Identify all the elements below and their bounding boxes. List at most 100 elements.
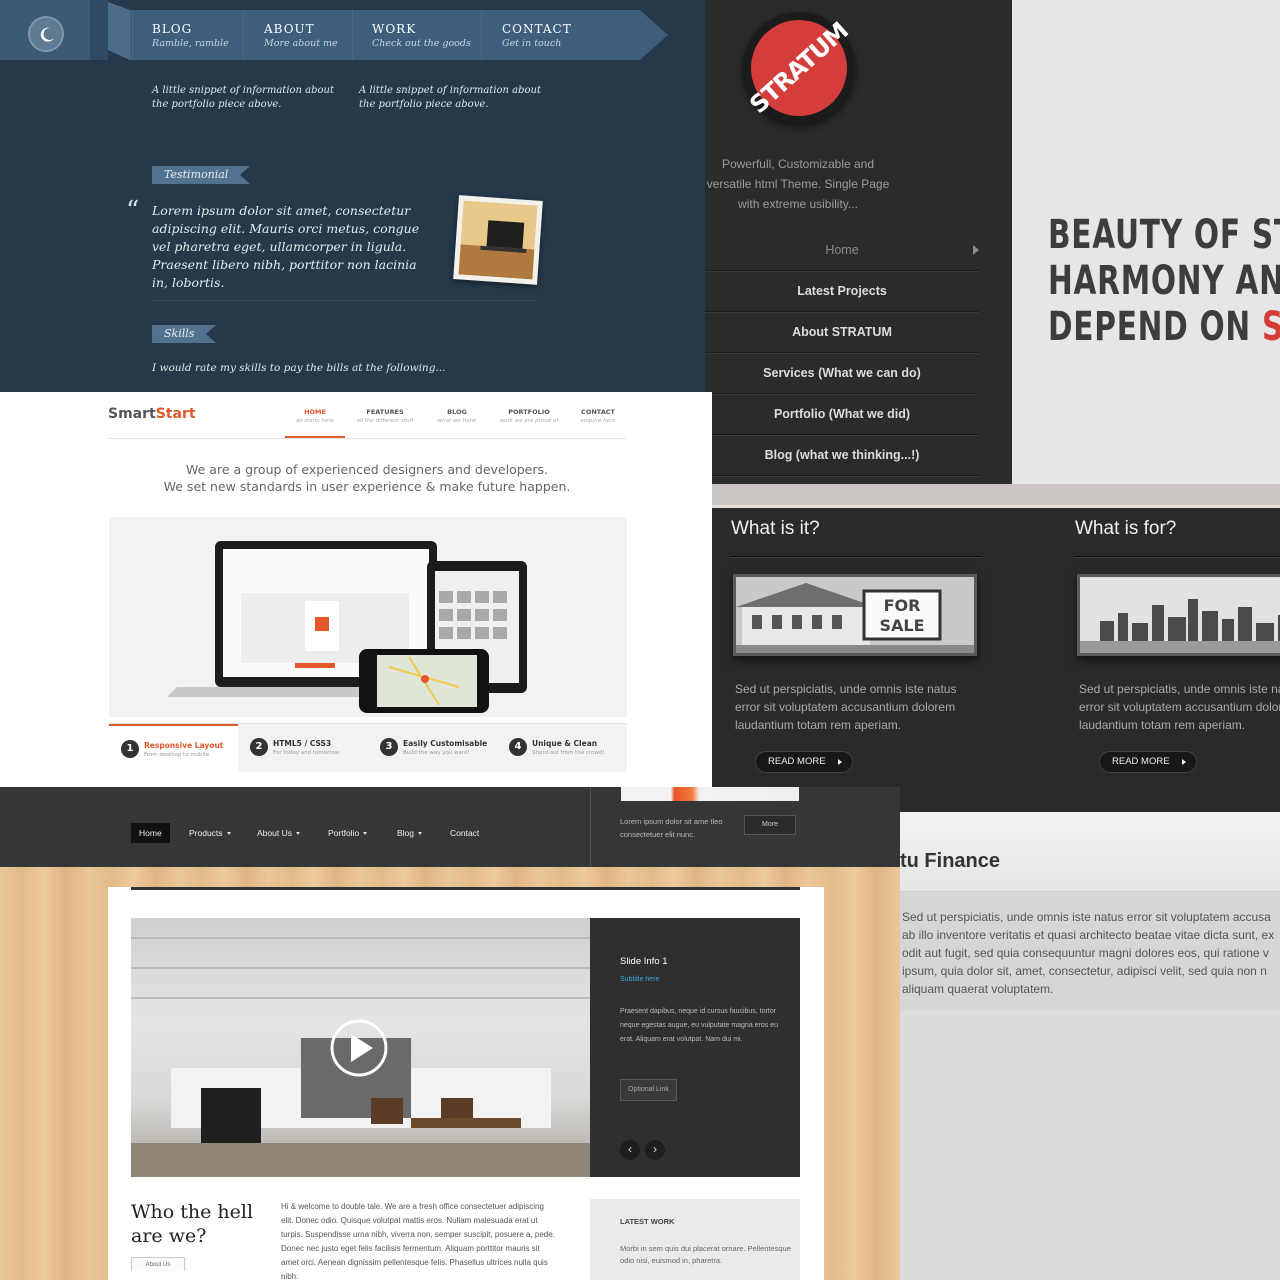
finance-line: ab illo inventore veritatis et quasi arc… <box>902 928 1275 942</box>
feature-html5[interactable]: 2 HTML5 / CSS3 For today and tomorrow <box>238 724 367 773</box>
hero-line-2: HARMONY AND <box>1048 258 1280 304</box>
menu-label: Home <box>825 243 859 257</box>
beauty-hero-panel: BEAUTY OF STY HARMONY AND DEPEND ON SIM <box>1012 0 1280 484</box>
more-button[interactable]: More <box>744 815 796 835</box>
section-divider <box>152 300 538 301</box>
finance-panel: tu Finance Sed ut perspiciatis, unde omn… <box>900 812 1280 1280</box>
feature-unique[interactable]: 4 Unique & Clean Stand out from the crow… <box>497 724 626 773</box>
menu-item-blog[interactable]: Blog (what we thinking...!) <box>705 435 979 476</box>
slider-prev-icon[interactable]: ‹ <box>620 1140 640 1160</box>
column-text: Sed ut perspiciatis, unde omnis iste nat… <box>1079 682 1280 732</box>
smartstart-logo[interactable]: SmartStart <box>108 406 196 422</box>
feature-title: Unique & Clean <box>532 739 598 748</box>
nav-subtitle: enquire here <box>580 418 616 424</box>
portfolio-snippet: A little snippet of information about th… <box>152 85 335 110</box>
finance-header: tu Finance <box>900 812 1280 892</box>
moon-icon <box>40 27 54 42</box>
nav-title: WORK <box>372 22 417 36</box>
menu-item-services[interactable]: Services (What we can do) <box>705 353 979 394</box>
optional-link-button[interactable]: Optional Link <box>620 1079 677 1101</box>
stratum-logo-badge[interactable]: STRATUM <box>743 12 855 124</box>
nav-contact[interactable]: CONTACT Get in touch <box>502 22 572 49</box>
testimonial-quote: Lorem ipsum dolor sit amet, consectetur … <box>152 203 420 290</box>
latest-work-title: LATEST WORK <box>620 1217 675 1226</box>
smartstart-panel: SmartStart HOME all starts here FEATURES… <box>0 392 712 787</box>
read-more-button[interactable]: READ MORE <box>755 751 853 773</box>
page-top-border <box>131 887 800 890</box>
nav-title: ABOUT <box>264 22 315 36</box>
what-is-it-panel: What is it? FOR SALE Sed ut perspiciatis… <box>712 484 1280 812</box>
who-line-2: are we? <box>131 1225 207 1247</box>
nav-divider <box>243 10 244 60</box>
slider-next-icon[interactable]: › <box>645 1140 665 1160</box>
nav-subtitle: Get in touch <box>502 38 562 49</box>
finance-line: aliquam quaerat voluptatem. <box>902 982 1054 996</box>
menu-item-about[interactable]: About STRATUM <box>705 312 979 353</box>
read-more-button[interactable]: READ MORE <box>1099 751 1197 773</box>
nav-divider <box>481 10 482 60</box>
nav-work[interactable]: WORK Check out the goods <box>372 22 471 49</box>
nav-products[interactable]: Products <box>189 823 231 843</box>
theme-toggle-button[interactable] <box>28 16 64 52</box>
latest-work-box: LATEST WORK Morbi in sem quis dui placer… <box>590 1199 800 1280</box>
feature-number: 4 <box>509 738 527 756</box>
slide-subtitle[interactable]: Subtitle here <box>620 976 659 983</box>
nav-label: Blog <box>397 828 415 838</box>
nav-title: CONTACT <box>581 408 615 416</box>
nav-blog[interactable]: BLOG what we think <box>426 408 488 424</box>
brand-prefix: Smart <box>108 406 156 422</box>
nav-portfolio[interactable]: Portfolio <box>328 823 368 843</box>
promo-text: Lorem ipsum dolor sit ame tleo consectet… <box>620 817 723 839</box>
nav-contact[interactable]: Contact <box>450 823 479 843</box>
logo-text: STRATUM <box>744 16 854 120</box>
stratum-logo: STRATUM <box>744 17 853 119</box>
who-heading: Who the hell are we? <box>131 1200 253 1248</box>
hero-line-3: DEPEND ON SIM <box>1048 304 1280 350</box>
nav-home[interactable]: Home <box>131 823 170 843</box>
caret-down-icon <box>418 832 423 836</box>
device-showcase <box>109 517 627 717</box>
feature-title: Easily Customisable <box>403 739 488 748</box>
feature-number: 1 <box>121 740 139 758</box>
menu-item-portfolio[interactable]: Portfolio (What we did) <box>705 394 979 435</box>
intro-line-1: We are a group of experienced designers … <box>186 462 548 477</box>
finance-body: Sed ut perspiciatis, unde omnis iste nat… <box>900 892 1280 1010</box>
stratum-tagline: Powerfull, Customizable and versatile ht… <box>706 157 890 211</box>
feature-customisable[interactable]: 3 Easily Customisable Build the way you … <box>368 724 497 773</box>
about-us-button[interactable]: About Us <box>131 1257 185 1271</box>
menu-item-latest-projects[interactable]: Latest Projects <box>705 271 979 312</box>
nav-subtitle: all the different stuff <box>356 418 414 424</box>
feature-responsive[interactable]: 1 Responsive Layout From desktop to mobi… <box>109 724 238 773</box>
nav-subtitle: what we think <box>437 418 477 424</box>
nav-subtitle: all starts here <box>295 418 335 424</box>
nav-features[interactable]: FEATURES all the different stuff <box>354 408 416 424</box>
nav-about[interactable]: ABOUT More about me <box>264 22 338 49</box>
nav-about-us[interactable]: About Us <box>257 823 300 843</box>
nav-label: About Us <box>257 828 292 838</box>
arrow-right-icon <box>973 245 979 255</box>
content-page: Slide Info 1 Subtitle here Praesent dapi… <box>108 887 824 1280</box>
feature-subtitle: For today and tomorrow <box>273 750 340 756</box>
nav-divider <box>352 10 353 60</box>
nav-blog[interactable]: Blog <box>397 823 423 843</box>
hero-line-1: BEAUTY OF STY <box>1048 212 1280 258</box>
button-label: READ MORE <box>768 756 826 767</box>
who-text: Hi & welcome to double tale. We are a fr… <box>281 1202 555 1280</box>
nav-blog[interactable]: BLOG Ramble, ramble <box>152 22 229 49</box>
feature-title: Responsive Layout <box>144 741 224 750</box>
nav-label: Portfolio <box>328 828 360 838</box>
nav-portfolio[interactable]: PORTFOLIO work we are proud of <box>498 408 560 424</box>
nav-title: BLOG <box>447 408 467 416</box>
feature-strip: 1 Responsive Layout From desktop to mobi… <box>109 723 627 773</box>
nav-subtitle: work we are proud of <box>499 418 559 424</box>
intro-line-2: We set new standards in user experience … <box>163 479 571 494</box>
menu-item-home[interactable]: Home <box>705 230 979 271</box>
room-image <box>131 937 590 1177</box>
nav-subtitle: Ramble, ramble <box>152 38 229 49</box>
column-text: Sed ut perspiciatis, unde omnis iste nat… <box>735 682 957 732</box>
feature-number: 3 <box>380 738 398 756</box>
intro-text: We are a group of experienced designers … <box>108 461 626 495</box>
nav-contact[interactable]: CONTACT enquire here <box>567 408 629 424</box>
nav-home[interactable]: HOME all starts here <box>284 408 346 424</box>
caret-down-icon <box>295 832 300 836</box>
